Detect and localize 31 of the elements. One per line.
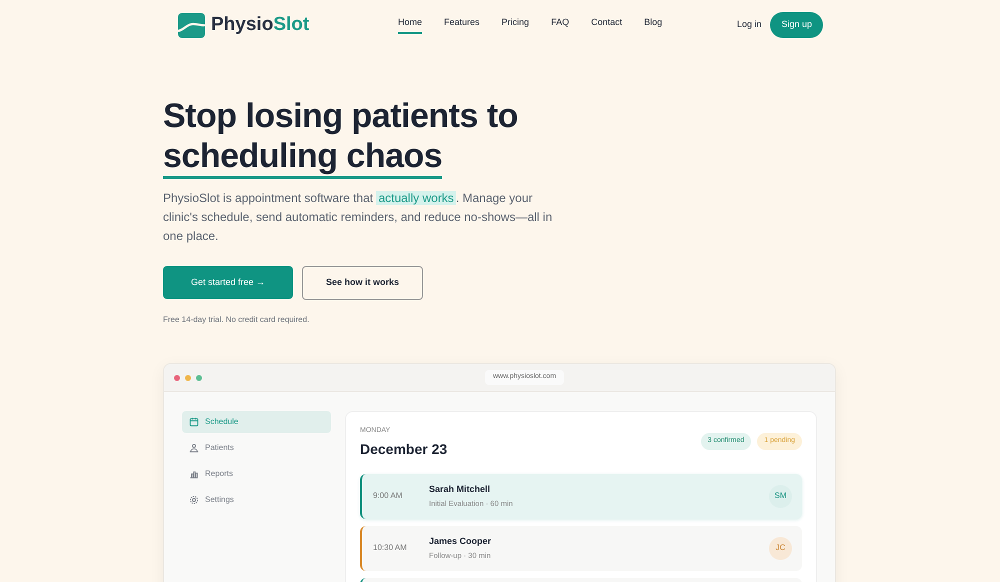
sidebar-item[interactable]: Settings	[182, 489, 331, 511]
login-link[interactable]: Log in	[736, 18, 762, 32]
bar-chart-icon	[189, 469, 199, 479]
date-heading: December 23	[360, 440, 448, 458]
patient-name: James Cooper	[429, 534, 492, 548]
sidebar-item[interactable]: Reports	[182, 463, 331, 485]
sidebar-item[interactable]: Patients	[182, 437, 331, 459]
nav-link[interactable]: FAQ	[551, 16, 570, 34]
avatar: JC	[769, 536, 792, 560]
hero-description: PhysioSlot is appointment software that actually works . Manage your clinic's schedule, send automatic reminders, and reduce no-shows—all in one place.	[163, 190, 553, 245]
nav-link[interactable]: Features	[444, 16, 480, 34]
calendar-icon	[189, 417, 199, 427]
get-started-button[interactable]: Get started free →	[163, 266, 293, 299]
headline: scheduling chaos	[163, 136, 442, 179]
see-how-button[interactable]: See how it works	[302, 266, 423, 300]
appointment-time: 9:00 AM	[373, 490, 404, 502]
nav-link[interactable]: Contact	[591, 16, 622, 34]
appointment-time: 10:30 AM	[373, 542, 408, 554]
nav-link[interactable]: Pricing	[502, 16, 530, 34]
logo-icon	[178, 12, 205, 38]
avatar: SM	[769, 484, 792, 508]
headline: Stop losing patients to	[163, 96, 518, 136]
signup-button[interactable]: Sign up	[770, 12, 823, 38]
people-icon	[189, 443, 199, 453]
nav-link[interactable]: Home	[398, 16, 422, 34]
trial-note: Free 14-day trial. No credit card required.	[163, 314, 310, 326]
nav-link[interactable]: Blog	[644, 16, 662, 34]
patient-name: Sarah Mitchell	[429, 482, 492, 496]
settings-icon	[189, 495, 199, 505]
brand-name-part: Physio	[211, 12, 274, 37]
brand-name-part: Slot	[273, 12, 310, 37]
